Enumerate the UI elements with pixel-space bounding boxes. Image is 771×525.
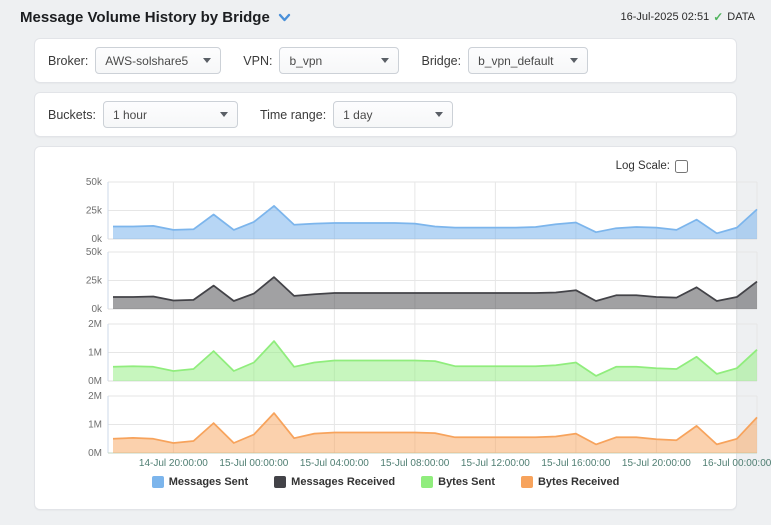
time-range-label: Time range: — [260, 108, 326, 122]
caret-down-icon — [203, 58, 211, 63]
filters-row-1: Broker: AWS-solshare5 VPN: b_vpn Bridge:… — [34, 38, 737, 83]
time-range-select[interactable]: 1 day — [333, 101, 453, 128]
x-tick-label: 15-Jul 00:00:00 — [219, 458, 288, 468]
legend-label: Messages Sent — [169, 476, 248, 488]
legend-swatch — [421, 476, 433, 488]
caret-down-icon — [220, 112, 228, 117]
buckets-select[interactable]: 1 hour — [103, 101, 238, 128]
vpn-filter-group: VPN: b_vpn — [243, 47, 399, 74]
broker-select[interactable]: AWS-solshare5 — [95, 47, 221, 74]
legend-item-messages-sent[interactable]: Messages Sent — [152, 476, 248, 488]
x-tick-label: 15-Jul 16:00:00 — [541, 458, 610, 468]
x-tick-label: 15-Jul 08:00:00 — [380, 458, 449, 468]
legend-item-messages-received[interactable]: Messages Received — [274, 476, 395, 488]
y-tick-label: 2M — [88, 391, 102, 402]
y-tick-label: 50k — [86, 177, 103, 188]
time-range-filter-group: Time range: 1 day — [260, 101, 453, 128]
legend-swatch — [152, 476, 164, 488]
vpn-label: VPN: — [243, 54, 272, 68]
log-scale-checkbox[interactable] — [675, 160, 688, 173]
log-scale-label: Log Scale: — [616, 160, 670, 172]
x-tick-label: 16-Jul 00:00:00 — [702, 458, 771, 468]
x-tick-label: 14-Jul 20:00:00 — [139, 458, 208, 468]
y-tick-label: 0M — [88, 448, 102, 459]
buckets-label: Buckets: — [48, 108, 96, 122]
charts-wrap: 14-Jul 20:00:00 15-Jul 00:00:00 15-Jul 04:… — [70, 175, 736, 473]
bridge-filter-group: Bridge: b_vpn_default — [421, 47, 588, 74]
y-tick-label: 2M — [88, 319, 102, 330]
filters-row-2: Buckets: 1 hour Time range: 1 day — [34, 92, 737, 137]
stacked-area-charts: 14-Jul 20:00:00 15-Jul 00:00:00 15-Jul 04:… — [70, 175, 771, 468]
vpn-select[interactable]: b_vpn — [279, 47, 399, 74]
legend-label: Bytes Received — [538, 476, 619, 488]
x-tick-label: 15-Jul 12:00:00 — [461, 458, 530, 468]
bridge-select-value: b_vpn_default — [478, 54, 553, 68]
caret-down-icon — [435, 112, 443, 117]
buckets-filter-group: Buckets: 1 hour — [48, 101, 238, 128]
log-scale-row: Log Scale: — [35, 153, 736, 175]
y-tick-label: 50k — [86, 247, 103, 258]
page-title-text: Message Volume History by Bridge — [20, 9, 270, 26]
broker-label: Broker: — [48, 54, 88, 68]
legend-label: Bytes Sent — [438, 476, 495, 488]
y-tick-label: 1M — [88, 348, 102, 359]
check-icon: ✓ — [713, 10, 723, 24]
broker-select-value: AWS-solshare5 — [105, 54, 188, 68]
page-title: Message Volume History by Bridge — [20, 9, 291, 26]
caret-down-icon — [570, 58, 578, 63]
broker-filter-group: Broker: AWS-solshare5 — [48, 47, 221, 74]
legend-label: Messages Received — [291, 476, 395, 488]
x-tick-label: 15-Jul 04:00:00 — [300, 458, 369, 468]
chevron-down-icon[interactable] — [278, 13, 291, 22]
chart-legend: Messages Sent Messages Received Bytes Sent… — [35, 476, 736, 488]
status-timestamp: 16-Jul-2025 02:51 — [621, 11, 710, 23]
legend-swatch — [521, 476, 533, 488]
y-tick-label: 0k — [91, 304, 103, 315]
buckets-select-value: 1 hour — [113, 108, 147, 122]
y-tick-label: 0M — [88, 376, 102, 387]
bridge-label: Bridge: — [421, 54, 461, 68]
chart-panel: Log Scale: 14-Jul 20:00:00 15-Jul 00:00:0… — [34, 146, 737, 510]
status-line: 16-Jul-2025 02:51 ✓ DATA — [621, 10, 755, 24]
legend-item-bytes-received[interactable]: Bytes Received — [521, 476, 619, 488]
caret-down-icon — [381, 58, 389, 63]
y-tick-label: 1M — [88, 420, 102, 431]
y-tick-label: 25k — [86, 276, 103, 287]
bridge-select[interactable]: b_vpn_default — [468, 47, 588, 74]
status-label: DATA — [727, 11, 755, 23]
x-tick-label: 15-Jul 20:00:00 — [622, 458, 691, 468]
vpn-select-value: b_vpn — [289, 54, 322, 68]
legend-swatch — [274, 476, 286, 488]
page-header: Message Volume History by Bridge 16-Jul-… — [0, 0, 771, 32]
legend-item-bytes-sent[interactable]: Bytes Sent — [421, 476, 495, 488]
y-tick-label: 0k — [91, 234, 103, 245]
time-range-select-value: 1 day — [343, 108, 372, 122]
y-tick-label: 25k — [86, 206, 103, 217]
